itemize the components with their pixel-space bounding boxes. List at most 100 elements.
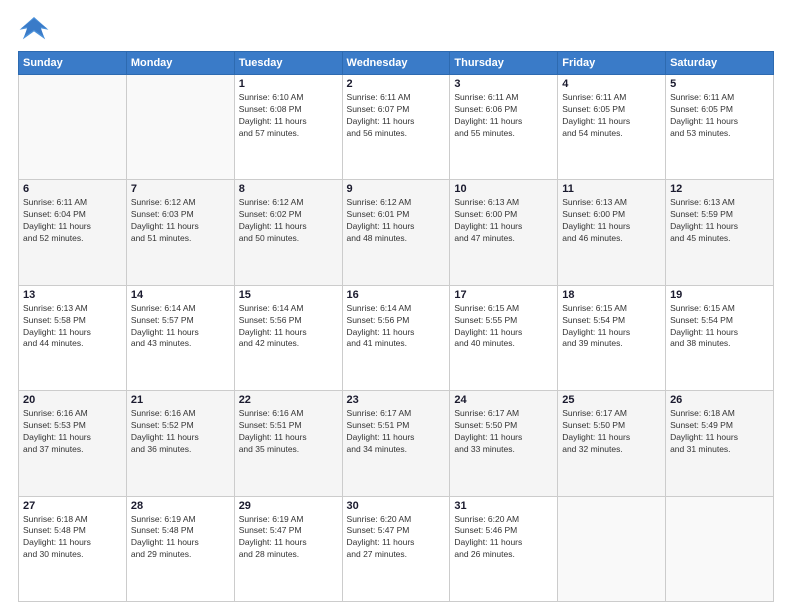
day-info: Sunrise: 6:19 AM Sunset: 5:47 PM Dayligh… xyxy=(239,514,338,562)
calendar-cell: 13 Sunrise: 6:13 AM Sunset: 5:58 PM Dayli… xyxy=(19,285,127,390)
day-info: Sunrise: 6:13 AM Sunset: 5:58 PM Dayligh… xyxy=(23,303,122,351)
day-info: Sunrise: 6:16 AM Sunset: 5:51 PM Dayligh… xyxy=(239,408,338,456)
day-info: Sunrise: 6:11 AM Sunset: 6:05 PM Dayligh… xyxy=(670,92,769,140)
day-number: 30 xyxy=(347,500,446,512)
calendar-cell: 18Sunrise: 6:15 AM Sunset: 5:54 PM Dayli… xyxy=(558,285,666,390)
calendar-cell: 30 Sunrise: 6:20 AM Sunset: 5:47 PM Dayli… xyxy=(342,496,450,601)
day-number: 9 xyxy=(347,183,446,195)
calendar-cell: 23 Sunrise: 6:17 AM Sunset: 5:51 PM Dayli… xyxy=(342,391,450,496)
calendar-cell: 21 Sunrise: 6:16 AM Sunset: 5:52 PM Dayli… xyxy=(126,391,234,496)
calendar-cell: 1 Sunrise: 6:10 AM Sunset: 6:08 PM Daylig… xyxy=(234,75,342,180)
day-info: Sunrise: 6:16 AM Sunset: 5:53 PM Dayligh… xyxy=(23,408,122,456)
calendar-cell: 20 Sunrise: 6:16 AM Sunset: 5:53 PM Dayli… xyxy=(19,391,127,496)
header xyxy=(18,15,774,43)
day-info: Sunrise: 6:13 AM Sunset: 5:59 PM Dayligh… xyxy=(670,197,769,245)
day-number: 17 xyxy=(454,289,553,301)
calendar-cell: 7 Sunrise: 6:12 AM Sunset: 6:03 PM Daylig… xyxy=(126,180,234,285)
day-info: Sunrise: 6:17 AM Sunset: 5:51 PM Dayligh… xyxy=(347,408,446,456)
day-number: 24 xyxy=(454,394,553,406)
day-number: 12 xyxy=(670,183,769,195)
calendar-cell: 31Sunrise: 6:20 AM Sunset: 5:46 PM Dayli… xyxy=(450,496,558,601)
day-of-week-monday: Monday xyxy=(126,52,234,75)
day-number: 22 xyxy=(239,394,338,406)
day-number: 28 xyxy=(131,500,230,512)
calendar-cell xyxy=(126,75,234,180)
day-info: Sunrise: 6:19 AM Sunset: 5:48 PM Dayligh… xyxy=(131,514,230,562)
day-number: 25 xyxy=(562,394,661,406)
calendar-cell: 9 Sunrise: 6:12 AM Sunset: 6:01 PM Daylig… xyxy=(342,180,450,285)
day-info: Sunrise: 6:16 AM Sunset: 5:52 PM Dayligh… xyxy=(131,408,230,456)
day-info: Sunrise: 6:11 AM Sunset: 6:07 PM Dayligh… xyxy=(347,92,446,140)
day-number: 15 xyxy=(239,289,338,301)
logo xyxy=(18,15,53,43)
day-info: Sunrise: 6:10 AM Sunset: 6:08 PM Dayligh… xyxy=(239,92,338,140)
day-number: 1 xyxy=(239,78,338,90)
day-info: Sunrise: 6:14 AM Sunset: 5:56 PM Dayligh… xyxy=(239,303,338,351)
calendar-cell: 6Sunrise: 6:11 AM Sunset: 6:04 PM Daylig… xyxy=(19,180,127,285)
day-info: Sunrise: 6:15 AM Sunset: 5:54 PM Dayligh… xyxy=(670,303,769,351)
day-number: 16 xyxy=(347,289,446,301)
day-number: 2 xyxy=(347,78,446,90)
day-info: Sunrise: 6:12 AM Sunset: 6:02 PM Dayligh… xyxy=(239,197,338,245)
calendar-cell: 12 Sunrise: 6:13 AM Sunset: 5:59 PM Dayli… xyxy=(666,180,774,285)
calendar-cell: 22 Sunrise: 6:16 AM Sunset: 5:51 PM Dayli… xyxy=(234,391,342,496)
calendar-cell: 4Sunrise: 6:11 AM Sunset: 6:05 PM Daylig… xyxy=(558,75,666,180)
day-number: 27 xyxy=(23,500,122,512)
day-info: Sunrise: 6:15 AM Sunset: 5:55 PM Dayligh… xyxy=(454,303,553,351)
day-info: Sunrise: 6:18 AM Sunset: 5:48 PM Dayligh… xyxy=(23,514,122,562)
calendar-cell: 19Sunrise: 6:15 AM Sunset: 5:54 PM Dayli… xyxy=(666,285,774,390)
calendar-cell: 15 Sunrise: 6:14 AM Sunset: 5:56 PM Dayli… xyxy=(234,285,342,390)
day-of-week-friday: Friday xyxy=(558,52,666,75)
day-number: 23 xyxy=(347,394,446,406)
day-number: 11 xyxy=(562,183,661,195)
day-info: Sunrise: 6:13 AM Sunset: 6:00 PM Dayligh… xyxy=(562,197,661,245)
calendar-week-row: 13 Sunrise: 6:13 AM Sunset: 5:58 PM Dayli… xyxy=(19,285,774,390)
calendar-cell xyxy=(558,496,666,601)
day-info: Sunrise: 6:13 AM Sunset: 6:00 PM Dayligh… xyxy=(454,197,553,245)
day-of-week-thursday: Thursday xyxy=(450,52,558,75)
day-number: 31 xyxy=(454,500,553,512)
day-number: 7 xyxy=(131,183,230,195)
calendar-cell xyxy=(666,496,774,601)
day-info: Sunrise: 6:17 AM Sunset: 5:50 PM Dayligh… xyxy=(562,408,661,456)
calendar-cell: 8 Sunrise: 6:12 AM Sunset: 6:02 PM Daylig… xyxy=(234,180,342,285)
day-number: 29 xyxy=(239,500,338,512)
day-info: Sunrise: 6:12 AM Sunset: 6:01 PM Dayligh… xyxy=(347,197,446,245)
day-of-week-wednesday: Wednesday xyxy=(342,52,450,75)
day-info: Sunrise: 6:15 AM Sunset: 5:54 PM Dayligh… xyxy=(562,303,661,351)
calendar-week-row: 27 Sunrise: 6:18 AM Sunset: 5:48 PM Dayli… xyxy=(19,496,774,601)
calendar-cell: 25 Sunrise: 6:17 AM Sunset: 5:50 PM Dayli… xyxy=(558,391,666,496)
day-info: Sunrise: 6:17 AM Sunset: 5:50 PM Dayligh… xyxy=(454,408,553,456)
calendar-cell: 28 Sunrise: 6:19 AM Sunset: 5:48 PM Dayli… xyxy=(126,496,234,601)
day-number: 13 xyxy=(23,289,122,301)
day-of-week-saturday: Saturday xyxy=(666,52,774,75)
day-of-week-tuesday: Tuesday xyxy=(234,52,342,75)
day-number: 21 xyxy=(131,394,230,406)
calendar-cell: 14 Sunrise: 6:14 AM Sunset: 5:57 PM Dayli… xyxy=(126,285,234,390)
day-number: 26 xyxy=(670,394,769,406)
calendar-cell: 5Sunrise: 6:11 AM Sunset: 6:05 PM Daylig… xyxy=(666,75,774,180)
calendar-cell: 2 Sunrise: 6:11 AM Sunset: 6:07 PM Daylig… xyxy=(342,75,450,180)
day-info: Sunrise: 6:18 AM Sunset: 5:49 PM Dayligh… xyxy=(670,408,769,456)
day-info: Sunrise: 6:12 AM Sunset: 6:03 PM Dayligh… xyxy=(131,197,230,245)
day-number: 6 xyxy=(23,183,122,195)
day-number: 4 xyxy=(562,78,661,90)
calendar-cell: 3Sunrise: 6:11 AM Sunset: 6:06 PM Daylig… xyxy=(450,75,558,180)
day-number: 20 xyxy=(23,394,122,406)
day-info: Sunrise: 6:14 AM Sunset: 5:57 PM Dayligh… xyxy=(131,303,230,351)
page: SundayMondayTuesdayWednesdayThursdayFrid… xyxy=(0,0,792,612)
calendar-cell: 24 Sunrise: 6:17 AM Sunset: 5:50 PM Dayli… xyxy=(450,391,558,496)
calendar-week-row: 6Sunrise: 6:11 AM Sunset: 6:04 PM Daylig… xyxy=(19,180,774,285)
calendar-cell: 27 Sunrise: 6:18 AM Sunset: 5:48 PM Dayli… xyxy=(19,496,127,601)
day-info: Sunrise: 6:20 AM Sunset: 5:47 PM Dayligh… xyxy=(347,514,446,562)
calendar-cell xyxy=(19,75,127,180)
calendar-cell: 17 Sunrise: 6:15 AM Sunset: 5:55 PM Dayli… xyxy=(450,285,558,390)
day-number: 10 xyxy=(454,183,553,195)
calendar-header-row: SundayMondayTuesdayWednesdayThursdayFrid… xyxy=(19,52,774,75)
day-number: 8 xyxy=(239,183,338,195)
calendar-cell: 16 Sunrise: 6:14 AM Sunset: 5:56 PM Dayli… xyxy=(342,285,450,390)
day-info: Sunrise: 6:11 AM Sunset: 6:06 PM Dayligh… xyxy=(454,92,553,140)
day-number: 14 xyxy=(131,289,230,301)
calendar-week-row: 20 Sunrise: 6:16 AM Sunset: 5:53 PM Dayli… xyxy=(19,391,774,496)
day-info: Sunrise: 6:14 AM Sunset: 5:56 PM Dayligh… xyxy=(347,303,446,351)
